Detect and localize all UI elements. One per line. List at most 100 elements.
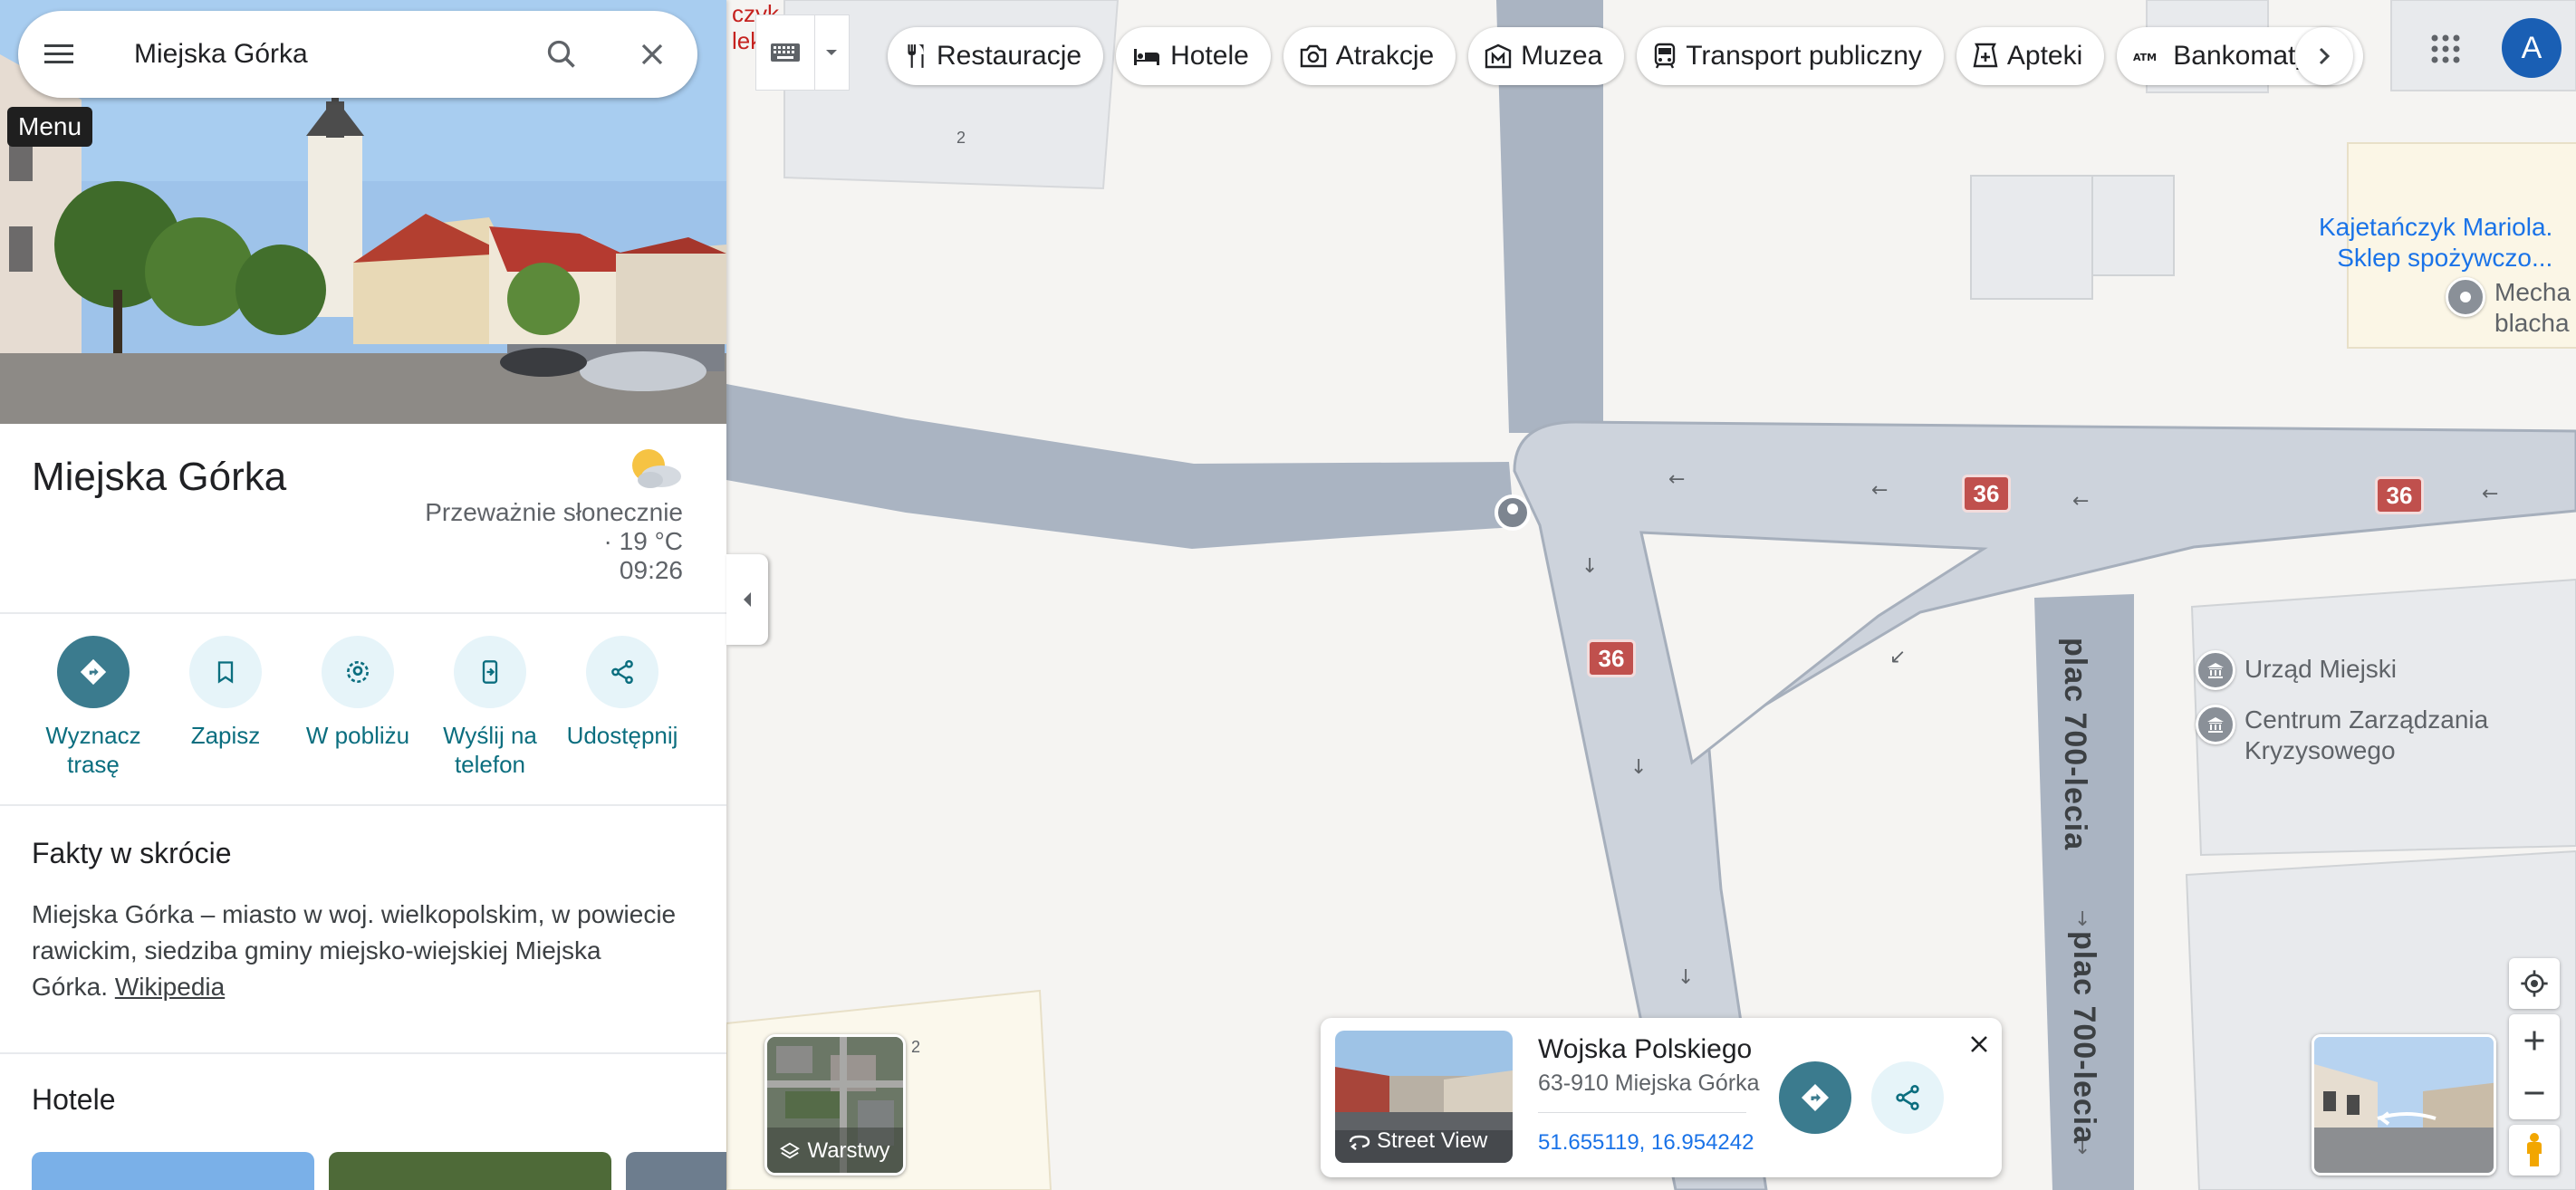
share-button[interactable]: Udostępnij xyxy=(556,636,688,779)
hamburger-icon xyxy=(44,44,73,63)
location-address: 63-910 Miejska Górka xyxy=(1538,1070,1760,1096)
route-shield: 36 xyxy=(2375,476,2424,514)
zoom-controls xyxy=(2509,1014,2560,1119)
close-icon xyxy=(641,43,663,65)
layers-icon xyxy=(780,1142,801,1159)
my-location-button[interactable] xyxy=(2509,958,2560,1009)
nearby-icon xyxy=(322,636,394,708)
facts-title: Fakty w skrócie xyxy=(32,837,232,869)
route-shield: 36 xyxy=(1587,639,1636,677)
street-view-preview[interactable] xyxy=(2312,1034,2496,1176)
hotel-card[interactable] xyxy=(32,1152,314,1190)
directions-icon xyxy=(1802,1084,1829,1111)
keyboard-button[interactable] xyxy=(756,14,815,91)
chip-hotels[interactable]: Hotele xyxy=(1116,27,1271,85)
location-title: Wojska Polskiego xyxy=(1538,1034,1753,1064)
layers-label: Warstwy xyxy=(767,1138,903,1164)
hotels-title: Hotele xyxy=(32,1083,116,1116)
search-icon xyxy=(547,40,575,68)
government-building-icon xyxy=(2196,650,2235,690)
keyboard-icon xyxy=(770,43,800,62)
street-view-thumbnail[interactable]: Street View xyxy=(1335,1031,1513,1163)
place-panel: Miejska Górka Przeważnie słonecznie · 19… xyxy=(0,0,726,1190)
pegman-button[interactable] xyxy=(2509,1125,2560,1176)
svg-text:←: ← xyxy=(2482,483,2498,505)
facts-text: Miejska Górka – miasto w woj. wielkopols… xyxy=(32,900,677,1001)
restaurant-icon xyxy=(908,44,924,68)
save-button[interactable]: Zapisz xyxy=(159,636,292,779)
chevron-left-icon xyxy=(744,592,751,607)
category-chips: Restauracje Hotele Atrakcje Muzea Transp… xyxy=(888,27,2364,85)
account-avatar[interactable]: A xyxy=(2502,18,2562,78)
input-tools xyxy=(755,14,850,91)
chip-attractions[interactable]: Atrakcje xyxy=(1283,27,1456,85)
camera-icon xyxy=(1300,44,1326,68)
svg-text:↓: ↓ xyxy=(1630,756,1647,779)
street-view-label: Street View xyxy=(1348,1128,1487,1154)
street-view-rotate-icon xyxy=(1349,1135,1370,1150)
svg-text:←: ← xyxy=(2072,490,2089,513)
menu-tooltip: Menu xyxy=(7,107,93,147)
my-location-icon xyxy=(2521,970,2548,997)
minus-icon xyxy=(2524,1091,2544,1095)
poi-mechanic[interactable]: Mecha blacha xyxy=(2446,277,2571,339)
zoom-out-button[interactable] xyxy=(2509,1067,2560,1119)
building-number: 2 xyxy=(956,129,966,147)
weather-widget: Przeważnie słonecznie · 19 °C 09:26 xyxy=(425,444,683,585)
location-coordinates[interactable]: 51.655119, 16.954242 xyxy=(1538,1130,1754,1156)
svg-text:↓: ↓ xyxy=(1677,966,1694,989)
card-directions-button[interactable] xyxy=(1779,1061,1851,1134)
chip-restaurants[interactable]: Restauracje xyxy=(888,27,1104,85)
museum-icon xyxy=(1485,43,1512,69)
partly-sunny-icon xyxy=(632,449,681,488)
route-shield: 36 xyxy=(1962,475,2011,513)
place-title: Miejska Górka xyxy=(32,455,287,499)
nearby-button[interactable]: W pobliżu xyxy=(292,636,424,779)
svg-text:↓: ↓ xyxy=(1581,555,1598,578)
poi-town-hall[interactable]: Urząd Miejski xyxy=(2196,650,2397,690)
divider xyxy=(0,612,726,614)
send-to-phone-button[interactable]: Wyślij na telefon xyxy=(424,636,556,779)
collapse-panel-button[interactable] xyxy=(726,554,768,645)
google-apps-button[interactable] xyxy=(2417,20,2475,78)
directions-button[interactable]: Wyznacz trasę xyxy=(27,636,159,779)
building-number: 2 xyxy=(911,1038,921,1056)
send-to-phone-icon xyxy=(454,636,526,708)
street-label: plac 700-lecia xyxy=(2058,638,2092,851)
search-input[interactable] xyxy=(100,27,516,82)
chip-transit[interactable]: Transport publiczny xyxy=(1637,27,1944,85)
hotel-card[interactable] xyxy=(329,1152,611,1190)
card-close-button[interactable] xyxy=(1966,1031,1993,1058)
chip-pharmacies[interactable]: Apteki xyxy=(1956,27,2105,85)
caret-down-icon xyxy=(826,50,838,55)
layers-button[interactable]: Warstwy xyxy=(764,1034,906,1176)
clear-search-button[interactable] xyxy=(607,11,697,98)
card-share-button[interactable] xyxy=(1871,1061,1944,1134)
pegman-icon xyxy=(2527,1133,2542,1166)
zoom-in-button[interactable] xyxy=(2509,1014,2560,1067)
place-pin-icon xyxy=(2446,277,2485,317)
share-icon xyxy=(1896,1085,1919,1110)
poi-grocery-shop[interactable]: Kajetańczyk Mariola. Sklep spożywczo... xyxy=(2319,212,2552,274)
chips-next-button[interactable] xyxy=(2295,27,2353,85)
wikipedia-link[interactable]: Wikipedia xyxy=(115,973,225,1001)
svg-text:ATM: ATM xyxy=(2133,52,2157,63)
search-box xyxy=(18,11,697,98)
close-icon xyxy=(1971,1036,1987,1052)
atm-icon: ATM xyxy=(2133,52,2157,63)
chevron-right-icon xyxy=(2319,47,2331,65)
svg-text:↓: ↓ xyxy=(2074,908,2091,931)
bookmark-icon xyxy=(189,636,262,708)
divider xyxy=(0,804,726,806)
poi-crisis-center[interactable]: Centrum Zarządzania Kryzysowego xyxy=(2196,705,2488,766)
share-icon xyxy=(586,636,658,708)
plus-icon xyxy=(2524,1031,2544,1051)
directions-icon xyxy=(57,636,130,708)
apps-grid-icon xyxy=(2431,34,2460,63)
divider xyxy=(0,1052,726,1054)
search-button[interactable] xyxy=(516,11,607,98)
menu-button[interactable] xyxy=(18,11,100,98)
chip-museums[interactable]: Muzea xyxy=(1468,27,1625,85)
input-tools-dropdown[interactable] xyxy=(815,14,849,91)
hotel-card[interactable] xyxy=(626,1152,726,1190)
